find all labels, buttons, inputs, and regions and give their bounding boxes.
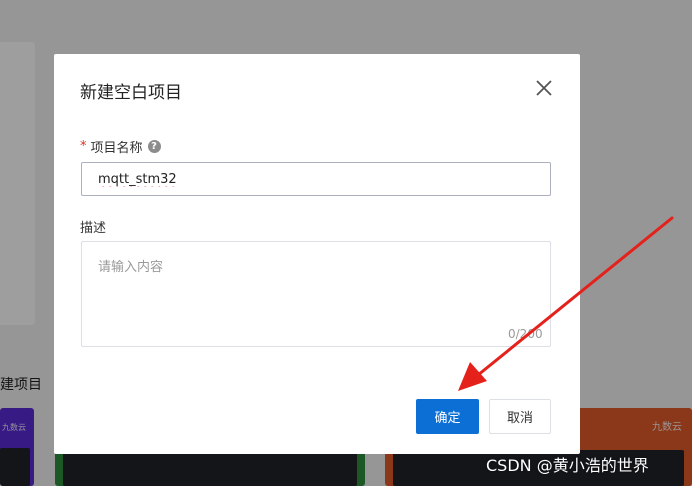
cancel-button[interactable]: 取消 <box>489 399 551 434</box>
new-project-dialog: 新建空白项目 * 项目名称 ? 描述 0/200 确定 取消 <box>54 54 580 454</box>
project-name-label-text: 项目名称 <box>90 141 143 156</box>
dialog-title: 新建空白项目 <box>80 83 182 103</box>
confirm-button[interactable]: 确定 <box>416 399 479 434</box>
description-char-counter: 0/200 <box>508 327 543 341</box>
description-textarea[interactable] <box>81 241 551 347</box>
close-icon <box>536 80 552 96</box>
close-button[interactable] <box>532 76 556 100</box>
project-name-input[interactable] <box>81 162 551 196</box>
help-icon[interactable]: ? <box>147 140 161 153</box>
watermark: CSDN @黄小浩的世界 <box>486 456 649 475</box>
description-label: 描述 <box>80 221 107 236</box>
project-name-label: * 项目名称 ? <box>80 137 161 156</box>
required-mark: * <box>80 139 87 154</box>
